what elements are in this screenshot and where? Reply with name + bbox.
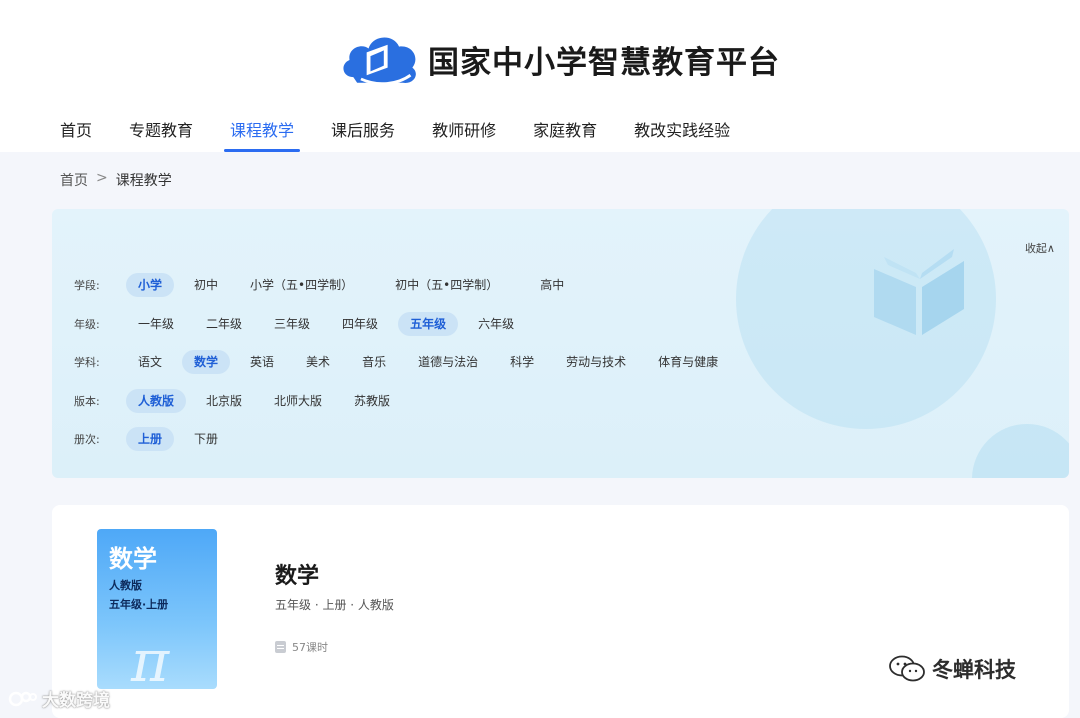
chip-pe-health[interactable]: 体育与健康 — [646, 350, 730, 374]
chip-grade-6[interactable]: 六年级 — [466, 312, 526, 336]
chip-art[interactable]: 美术 — [294, 350, 342, 374]
main-nav: 首页 专题教育 课程教学 课后服务 教师研修 家庭教育 教改实践经验 — [60, 116, 767, 152]
chip-junior-54[interactable]: 初中（五•四学制） — [383, 273, 510, 297]
site-header: 国家中小学智慧教育平台 首页 专题教育 课程教学 课后服务 教师研修 家庭教育 … — [0, 0, 1080, 152]
chip-science[interactable]: 科学 — [498, 350, 546, 374]
nav-home[interactable]: 首页 — [60, 116, 92, 152]
filter-label: 学科: — [74, 356, 100, 369]
chip-beijing-edition[interactable]: 北京版 — [194, 389, 254, 413]
breadcrumb-home[interactable]: 首页 — [60, 170, 88, 190]
filter-label: 册次: — [74, 433, 100, 446]
site-title: 国家中小学智慧教育平台 — [428, 44, 780, 81]
watermark-right: 冬蝉科技 — [888, 654, 1016, 684]
chip-grade-5[interactable]: 五年级 — [398, 312, 459, 336]
course-lessons: 57课时 — [275, 639, 328, 655]
decorative-circle — [972, 424, 1069, 478]
nav-after-school[interactable]: 课后服务 — [331, 116, 395, 152]
course-cover[interactable]: 数学 人教版 五年级·上册 π — [97, 529, 217, 689]
breadcrumb-separator: > — [96, 170, 108, 186]
chip-math[interactable]: 数学 — [182, 350, 231, 374]
chip-english[interactable]: 英语 — [238, 350, 286, 374]
course-title[interactable]: 数学 — [275, 558, 319, 590]
chip-morality-law[interactable]: 道德与法治 — [406, 350, 490, 374]
cover-grade-volume: 五年级·上册 — [109, 598, 169, 611]
lesson-count: 57课时 — [292, 641, 328, 654]
chip-grade-2[interactable]: 二年级 — [194, 312, 254, 336]
nav-special-education[interactable]: 专题教育 — [129, 116, 193, 152]
chip-volume-2[interactable]: 下册 — [182, 427, 230, 451]
watermark-left: 大数跨境 — [8, 686, 110, 711]
chip-pep-edition[interactable]: 人教版 — [126, 389, 187, 413]
chip-primary-school[interactable]: 小学 — [126, 273, 175, 297]
chip-junior-high[interactable]: 初中 — [182, 273, 230, 297]
open-book-icon — [874, 249, 964, 335]
breadcrumb: 首页 > 课程教学 — [60, 170, 172, 190]
pi-symbol-icon: π — [131, 627, 170, 689]
cloud-book-logo-icon — [343, 37, 416, 86]
filter-row-edition: 版本: 人教版 北京版 北师大版 苏教版 — [74, 388, 410, 414]
watermark-right-text: 冬蝉科技 — [932, 658, 1016, 682]
chip-bnu-edition[interactable]: 北师大版 — [262, 389, 334, 413]
chip-grade-4[interactable]: 四年级 — [330, 312, 390, 336]
filter-row-grade: 年级: 一年级 二年级 三年级 四年级 五年级 六年级 — [74, 311, 534, 337]
filter-label: 学段: — [74, 279, 100, 292]
breadcrumb-current: 课程教学 — [115, 173, 172, 189]
nav-teacher-training[interactable]: 教师研修 — [432, 116, 496, 152]
brand-mark-icon — [8, 691, 37, 706]
course-card[interactable]: 数学 人教版 五年级·上册 π 数学 五年级 · 上册 · 人教版 57课时 — [52, 505, 1069, 718]
chip-senior-high[interactable]: 高中 — [528, 273, 576, 297]
site-logo[interactable]: 国家中小学智慧教育平台 — [340, 26, 780, 92]
nav-reform-practice[interactable]: 教改实践经验 — [634, 116, 730, 152]
filter-panel: 收起∧ 学段: 小学 初中 小学（五•四学制） 初中（五•四学制） 高中 年级:… — [52, 209, 1069, 478]
chip-labor-tech[interactable]: 劳动与技术 — [554, 350, 638, 374]
nav-course-teaching[interactable]: 课程教学 — [224, 116, 301, 152]
wechat-icon — [889, 655, 925, 682]
cover-edition: 人教版 — [109, 579, 142, 592]
nav-family-education[interactable]: 家庭教育 — [533, 116, 597, 152]
watermark-left-text: 大数跨境 — [42, 691, 110, 711]
collapse-button[interactable]: 收起∧ — [1025, 240, 1055, 256]
cover-title: 数学 — [109, 545, 157, 573]
chip-grade-1[interactable]: 一年级 — [126, 312, 186, 336]
chip-sujiao-edition[interactable]: 苏教版 — [342, 389, 402, 413]
filter-row-subject: 学科: 语文 数学 英语 美术 音乐 道德与法治 科学 劳动与技术 体育与健康 — [74, 349, 738, 375]
chip-chinese[interactable]: 语文 — [126, 350, 174, 374]
chip-music[interactable]: 音乐 — [350, 350, 398, 374]
filter-row-volume: 册次: 上册 下册 — [74, 426, 238, 452]
filter-label: 版本: — [74, 395, 100, 408]
filter-row-stage: 学段: 小学 初中 小学（五•四学制） 初中（五•四学制） 高中 — [74, 272, 584, 298]
course-meta: 五年级 · 上册 · 人教版 — [275, 598, 394, 612]
chip-primary-54[interactable]: 小学（五•四学制） — [238, 273, 365, 297]
filter-label: 年级: — [74, 318, 100, 331]
chip-grade-3[interactable]: 三年级 — [262, 312, 322, 336]
document-icon — [275, 641, 286, 653]
chip-volume-1[interactable]: 上册 — [126, 427, 175, 451]
